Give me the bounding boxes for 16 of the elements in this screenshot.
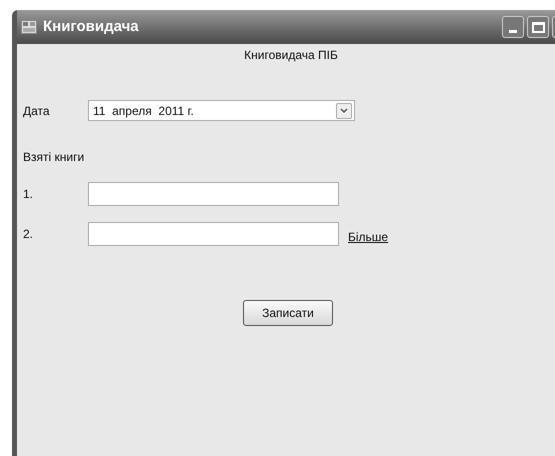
date-picker[interactable]: 11 апреля 2011 г. — [88, 100, 355, 121]
date-value: 11 апреля 2011 г. — [93, 102, 194, 120]
input-field[interactable] — [88, 182, 339, 206]
app-icon — [21, 20, 37, 34]
row-number: 2. — [23, 226, 34, 243]
date-label: Дата — [23, 102, 51, 120]
form-heading: Книговидача ПІБ — [244, 48, 338, 62]
more-link[interactable]: Більше — [348, 228, 388, 246]
window-title: Книговидача — [43, 16, 139, 37]
save-button[interactable]: Записати — [243, 300, 333, 326]
maximize-button[interactable] — [527, 16, 549, 38]
input-field[interactable] — [88, 222, 339, 246]
section-label: Взяті книги — [23, 150, 84, 164]
minimize-button[interactable] — [502, 16, 524, 38]
row-number: 1. — [23, 186, 34, 203]
dropdown-icon — [336, 102, 352, 118]
